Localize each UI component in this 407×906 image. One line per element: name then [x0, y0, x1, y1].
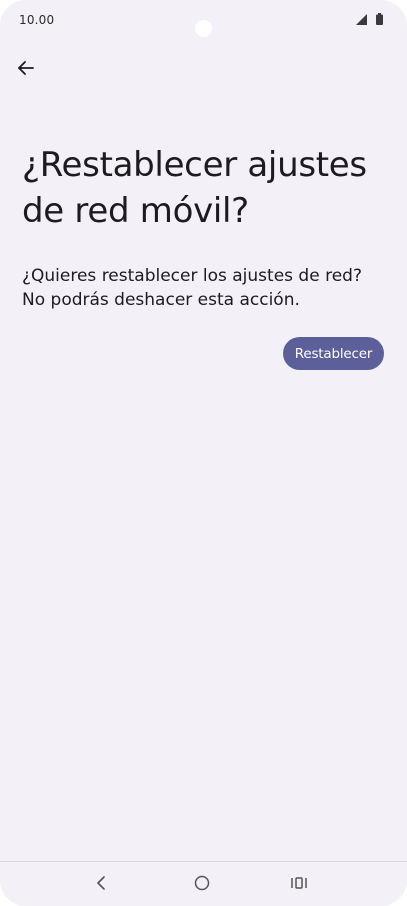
description-line-1: ¿Quieres restablecer los ajustes de red?: [22, 266, 362, 286]
description: ¿Quieres restablecer los ajustes de red?…: [22, 264, 392, 312]
battery-icon: [376, 13, 383, 25]
nav-recents-button[interactable]: [287, 872, 311, 894]
front-camera-cutout: [195, 20, 212, 37]
phone-screen: 10.00 ¿Restablecer ajustes de red móvil?…: [0, 0, 407, 906]
back-button[interactable]: [12, 54, 40, 82]
nav-home-button[interactable]: [190, 872, 214, 894]
status-bar: 10.00: [0, 0, 407, 40]
description-line-2: No podrás deshacer esta acción.: [22, 290, 300, 310]
page-title: ¿Restablecer ajustes de red móvil?: [22, 145, 367, 231]
nav-back-button[interactable]: [89, 872, 113, 894]
navigation-bar: [0, 861, 407, 906]
reset-button[interactable]: Restablecer: [283, 337, 384, 370]
arrow-left-icon: [18, 61, 34, 75]
nav-home-icon: [194, 875, 210, 891]
nav-recents-icon: [291, 877, 307, 889]
signal-icon: [356, 14, 367, 25]
nav-back-icon: [97, 876, 105, 890]
status-time: 10.00: [19, 13, 55, 27]
